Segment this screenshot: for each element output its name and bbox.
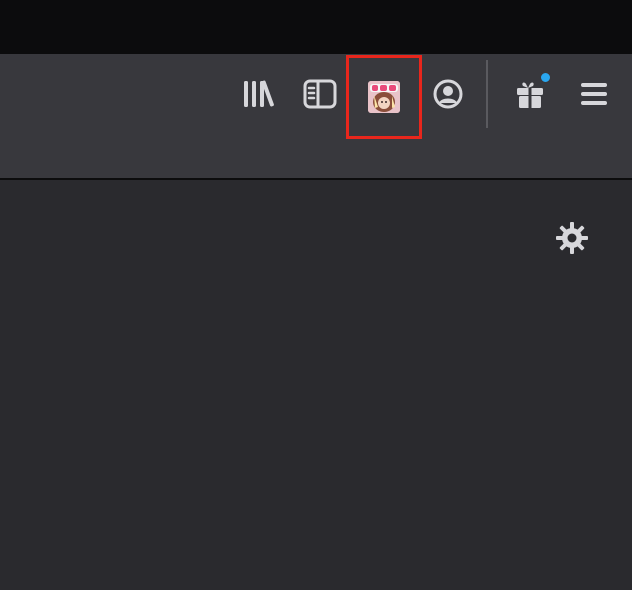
hamburger-menu-icon [579, 80, 609, 108]
extension-thumbnail-icon [368, 81, 400, 113]
extension-button-highlight[interactable] [346, 55, 422, 139]
sidebar-button[interactable] [294, 68, 346, 120]
browser-toolbar [0, 54, 632, 180]
settings-button[interactable] [552, 220, 592, 260]
library-button[interactable] [232, 68, 284, 120]
account-button[interactable] [422, 68, 474, 120]
account-icon [432, 78, 464, 110]
whats-new-button[interactable] [504, 68, 556, 120]
window-titlebar [0, 0, 632, 54]
app-menu-button[interactable] [568, 68, 620, 120]
new-tab-content [0, 180, 632, 590]
gear-icon [555, 221, 589, 259]
sidebar-icon [303, 79, 337, 109]
toolbar-separator [486, 60, 488, 128]
notification-badge [539, 71, 552, 84]
library-icon [241, 79, 275, 109]
